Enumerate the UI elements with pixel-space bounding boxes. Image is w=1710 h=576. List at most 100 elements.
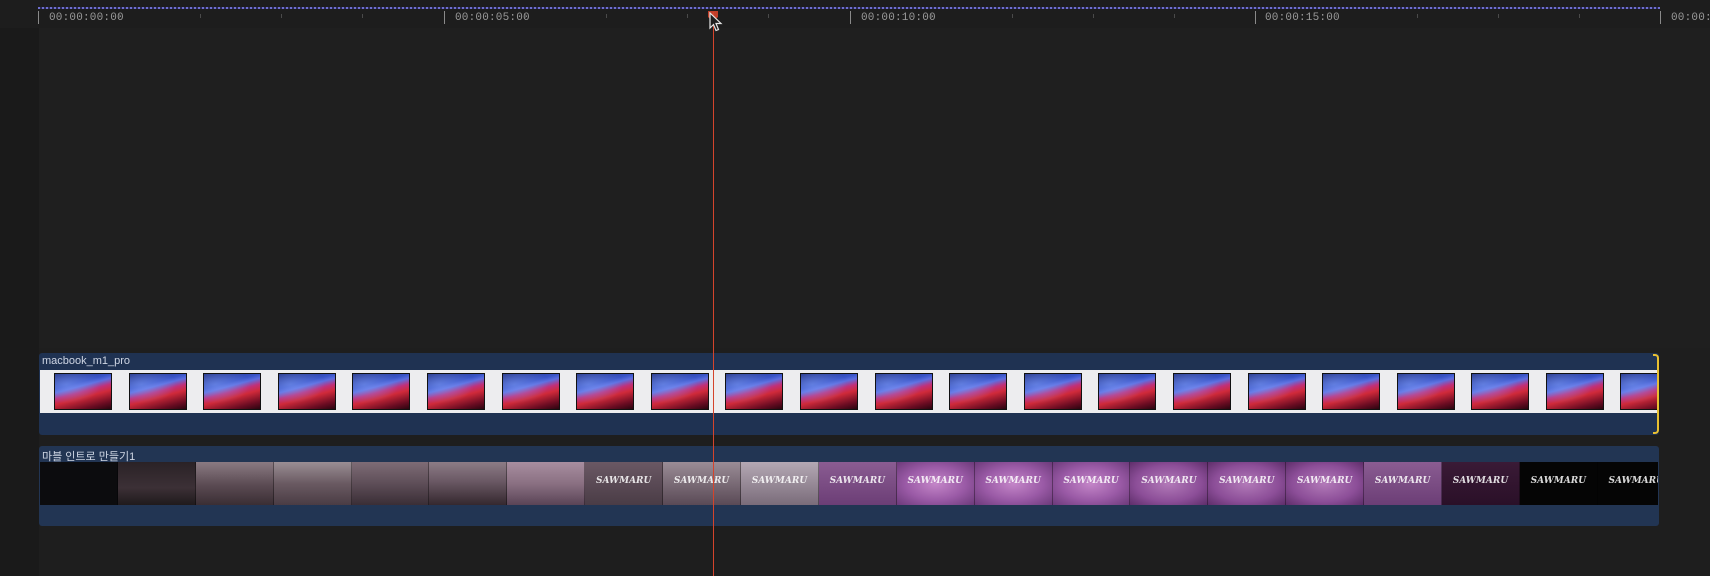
frame-overlay-text: SAWMARU <box>673 476 730 486</box>
timeline-panel[interactable]: 00:00:00:00 00:00:05:00 00:00:10:00 00:0… <box>0 0 1710 576</box>
frame-thumbnail <box>426 373 485 410</box>
ruler-minor-tick <box>362 14 364 18</box>
frame-thumbnail <box>1396 373 1455 410</box>
filmstrip-frame <box>40 462 118 505</box>
filmstrip-frame: SAWMARU <box>974 462 1053 505</box>
ruler-major-tick <box>444 11 445 24</box>
clip-filmstrip <box>40 370 1658 413</box>
frame-thumbnail <box>277 373 336 410</box>
frame-overlay-text: SAWMARU <box>829 476 886 486</box>
playhead-line[interactable] <box>713 12 714 576</box>
frame-overlay-text: SAWMARU <box>1608 476 1658 486</box>
filmstrip-frame <box>1606 370 1658 413</box>
frame-overlay-text: SAWMARU <box>1296 476 1353 486</box>
filmstrip-frame <box>562 370 637 413</box>
filmstrip-frame: SAWMARU <box>818 462 897 505</box>
track-header-gutter <box>0 0 39 576</box>
frame-thumbnail <box>949 373 1008 410</box>
frame-thumbnail <box>874 373 933 410</box>
filmstrip-frame: SAWMARU <box>585 462 664 505</box>
frame-thumbnail <box>650 373 709 410</box>
clip-trim-handle[interactable] <box>1653 354 1659 434</box>
filmstrip-frame <box>189 370 264 413</box>
filmstrip-frame <box>1308 370 1383 413</box>
filmstrip-frame <box>1158 370 1234 413</box>
frame-thumbnail <box>1471 373 1530 410</box>
filmstrip-frame <box>338 370 413 413</box>
frame-thumbnail <box>1172 373 1231 410</box>
ruler-range-bar <box>38 7 1660 9</box>
filmstrip-frame <box>711 370 786 413</box>
filmstrip-frame: SAWMARU <box>1130 462 1209 505</box>
ruler-minor-tick <box>281 14 283 18</box>
ruler-major-tick <box>850 11 851 24</box>
frame-overlay-text: SAWMARU <box>907 476 963 486</box>
frame-overlay-text: SAWMARU <box>595 476 652 486</box>
filmstrip-frame <box>1009 370 1085 413</box>
filmstrip-frame <box>40 370 115 413</box>
ruler-timecode: 00:00:05:00 <box>455 12 530 24</box>
frame-thumbnail <box>128 373 187 410</box>
ruler-minor-tick <box>1012 14 1014 18</box>
frame-thumbnail <box>1023 373 1082 410</box>
frame-thumbnail <box>1098 373 1157 410</box>
filmstrip-frame <box>1233 370 1309 413</box>
filmstrip-frame: SAWMARU <box>896 462 975 505</box>
filmstrip-frame <box>1457 370 1532 413</box>
filmstrip-frame <box>487 370 563 413</box>
filmstrip-frame <box>412 370 488 413</box>
filmstrip-frame: SAWMARU <box>1442 462 1520 505</box>
ruler-minor-tick <box>525 14 527 18</box>
ruler-minor-tick <box>768 14 770 18</box>
filmstrip-frame <box>273 462 352 505</box>
filmstrip-frame <box>351 462 430 505</box>
clip-filmstrip: SAWMARU SAWMARU SAWMARU SAWMARU SAWMARU SAWMA… <box>40 462 1658 505</box>
clip-title: macbook_m1_pro <box>42 355 131 367</box>
frame-thumbnail <box>352 373 411 410</box>
filmstrip-frame <box>1084 370 1159 413</box>
filmstrip-frame: SAWMARU <box>1052 462 1131 505</box>
frame-thumbnail <box>1322 373 1381 410</box>
filmstrip-frame: SAWMARU <box>1519 462 1598 505</box>
frame-overlay-text: SAWMARU <box>985 476 1041 486</box>
ruler-minor-tick <box>1174 14 1176 18</box>
frame-thumbnail <box>1247 373 1306 410</box>
empty-track-area[interactable] <box>39 28 1710 348</box>
filmstrip-frame <box>429 462 508 505</box>
frame-thumbnail <box>725 373 784 410</box>
filmstrip-frame <box>636 370 712 413</box>
frame-overlay-text: SAWMARU <box>1530 476 1587 486</box>
frame-overlay-text: SAWMARU <box>1141 476 1197 486</box>
frame-overlay-text: SAWMARU <box>1452 476 1509 486</box>
frame-thumbnail <box>501 373 560 410</box>
ruler-minor-tick <box>1498 14 1500 18</box>
ruler-timecode: 00:00:10:00 <box>861 12 936 24</box>
frame-overlay-text: SAWMARU <box>751 476 808 486</box>
filmstrip-frame <box>114 370 190 413</box>
filmstrip-frame: SAWMARU <box>741 462 819 505</box>
ruler-major-tick <box>1255 11 1256 24</box>
time-ruler[interactable]: 00:00:00:00 00:00:05:00 00:00:10:00 00:0… <box>0 0 1710 28</box>
ruler-minor-tick <box>1417 14 1419 18</box>
ruler-minor-tick <box>119 14 121 18</box>
ruler-timecode: 00:00:00:00 <box>49 12 124 24</box>
filmstrip-frame <box>195 462 274 505</box>
filmstrip-frame <box>785 370 861 413</box>
filmstrip-frame <box>1382 370 1458 413</box>
filmstrip-frame <box>507 462 586 505</box>
filmstrip-frame: SAWMARU <box>663 462 742 505</box>
filmstrip-frame <box>1531 370 1607 413</box>
filmstrip-frame <box>263 370 339 413</box>
ruler-minor-tick <box>1336 14 1338 18</box>
frame-thumbnail <box>203 373 262 410</box>
frame-overlay-text: SAWMARU <box>1374 476 1431 486</box>
ruler-timecode: 00:00:2 <box>1671 12 1710 24</box>
ruler-major-tick <box>38 11 39 24</box>
video-clip-intro[interactable]: 마블 인트로 만들기1 SAWMARU SAWMARU SAWMARU SAWMARU… <box>39 446 1659 526</box>
filmstrip-frame <box>935 370 1010 413</box>
filmstrip-frame: SAWMARU <box>1597 462 1658 505</box>
video-clip-macbook[interactable]: macbook_m1_pro <box>39 353 1659 435</box>
filmstrip-frame: SAWMARU <box>1208 462 1287 505</box>
ruler-minor-tick <box>606 14 608 18</box>
frame-thumbnail <box>799 373 858 410</box>
